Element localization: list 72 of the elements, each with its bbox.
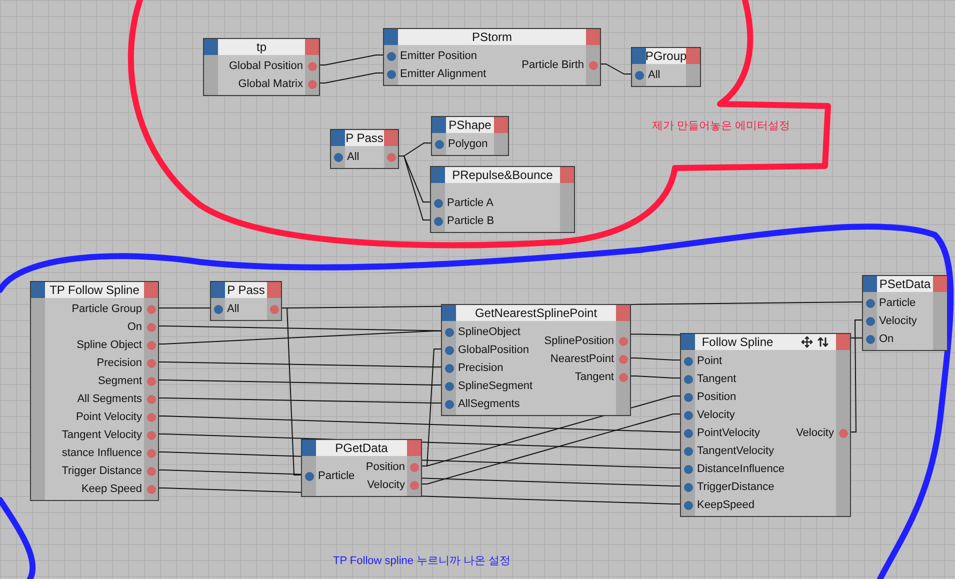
port-label: All [648, 70, 660, 80]
port-label: Tangent Velocity [62, 430, 142, 440]
node-panel[interactable]: PGetData Particle Position Velocity [301, 439, 422, 497]
port-label: Point [697, 356, 722, 366]
node-title: PStorm [472, 31, 512, 43]
node-panel[interactable]: PStorm Emitter Position Emitter Alignment Particle Birth [383, 28, 601, 86]
node-title: GetNearestSplinePoint [474, 307, 598, 319]
node-title: Follow Spline [702, 336, 774, 348]
port-label: Particle [318, 470, 355, 482]
port-label: Particle Group [72, 304, 142, 314]
port-label: Emitter Alignment [400, 68, 486, 80]
node-title: P Pass [227, 284, 265, 296]
port-label: Velocity [697, 410, 735, 420]
port-label: Precision [96, 358, 142, 368]
port-label: AllSegments [458, 398, 520, 410]
port-label: Polygon [448, 138, 488, 150]
node-title: P Pass [346, 132, 384, 144]
port-label: Position [366, 462, 405, 472]
node-panel[interactable]: PGroup All [631, 47, 701, 87]
port-label: Position [697, 392, 736, 402]
node-title: TP Follow Spline [50, 284, 140, 296]
node-panel[interactable]: GetNearestSplinePoint SplineObject GlobalPosition Precision SplineSegment AllSegments SplinePosition NearestPoint Tangent [441, 304, 631, 416]
port-label: Point Velocity [76, 412, 142, 422]
port-label: NearestPoint [550, 354, 614, 364]
port-label: SplineSegment [458, 380, 533, 392]
port-label: Particle [879, 298, 916, 308]
node-title: PGroup [645, 50, 687, 62]
note-text: TP Follow spline 누르니까 나온 설정 [333, 554, 511, 569]
port-label: All Segments [77, 394, 142, 404]
port-label: Global Position [229, 60, 303, 72]
port-label: Emitter Position [400, 50, 478, 62]
port-label: Spline Object [76, 340, 142, 350]
port-label: TriggerDistance [697, 482, 774, 492]
port-label: All [347, 152, 360, 162]
port-label: SplineObject [458, 326, 520, 338]
port-label: Particle Birth [522, 60, 584, 70]
node-title: PShape [448, 119, 492, 131]
port-label: TangentVelocity [697, 446, 774, 456]
node-panel[interactable]: PSetData Particle Velocity On [862, 275, 948, 351]
port-label: Particle A [447, 198, 494, 208]
node-panel[interactable]: P Pass All [330, 129, 399, 169]
port-label: Segment [98, 376, 142, 386]
port-label: SplinePosition [544, 336, 614, 346]
port-label: Particle B [447, 216, 494, 226]
port-label: KeepSpeed [697, 500, 754, 510]
note-text: 제가 만들어놓은 에미터설정 [652, 119, 790, 134]
node-title: PSetData [879, 278, 931, 290]
port-label: GlobalPosition [458, 344, 529, 356]
port-label: stance Influence [62, 448, 142, 458]
port-label: PointVelocity [697, 428, 760, 438]
node-panel[interactable]: Follow Spline Point Tangent Position Velocity PointVelocity TangentVelocity DistanceInfluence TriggerDistance KeepSpeed Velocity [680, 333, 851, 517]
node-panel[interactable]: tp Global Position Global Matrix [203, 38, 320, 96]
port-label: On [127, 322, 142, 332]
port-label: Keep Speed [81, 484, 142, 494]
port-label: On [879, 334, 894, 344]
node-title: tp [256, 41, 266, 53]
node-panel[interactable]: TP Follow Spline Particle Group On Spline Object Precision Segment All Segments Point Velocity Tangent Velocity stance Influence Trigger Distance Keep Speed [30, 281, 159, 501]
port-label: Tangent [697, 374, 736, 384]
port-label: Tangent [574, 372, 614, 382]
port-label: Velocity [796, 428, 834, 438]
port-label: Global Matrix [238, 78, 303, 90]
port-label: Precision [458, 362, 504, 374]
port-label: Velocity [879, 316, 917, 326]
node-panel[interactable]: P Pass All [210, 281, 282, 321]
port-label: Velocity [367, 480, 405, 490]
port-label: All [227, 304, 240, 314]
port-label: DistanceInfluence [697, 464, 784, 474]
node-panel[interactable]: PShape Polygon [431, 116, 509, 156]
node-panel[interactable]: PRepulse&Bounce Particle A Particle B [430, 166, 575, 233]
node-title: PRepulse&Bounce [452, 169, 553, 181]
port-label: Trigger Distance [62, 466, 142, 476]
node-title: PGetData [335, 442, 388, 454]
